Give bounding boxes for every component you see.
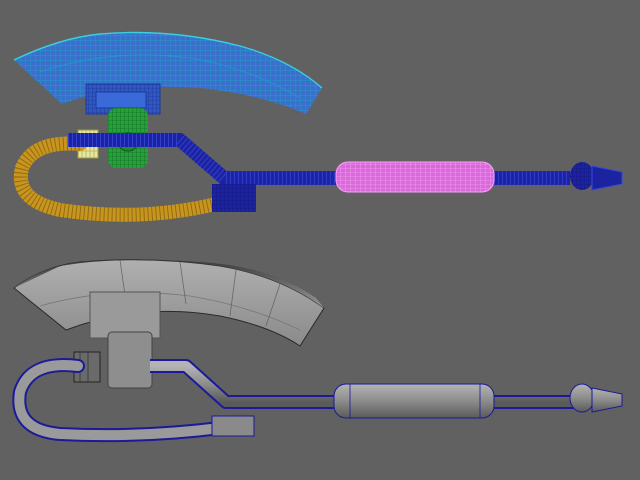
wireframe-axe-model[interactable] bbox=[13, 31, 623, 222]
viewport-canvas[interactable] bbox=[0, 0, 640, 480]
wire-blade[interactable] bbox=[13, 31, 323, 115]
shaded-shaft[interactable] bbox=[12, 358, 580, 443]
wire-tip[interactable] bbox=[570, 162, 623, 191]
3d-viewport[interactable] bbox=[0, 0, 640, 480]
shaded-blade[interactable] bbox=[13, 259, 325, 347]
wire-selected-grip[interactable] bbox=[335, 161, 495, 193]
shaded-grip[interactable] bbox=[333, 383, 495, 419]
shaded-axe-model[interactable] bbox=[12, 259, 623, 443]
shaded-tip[interactable] bbox=[569, 383, 623, 413]
